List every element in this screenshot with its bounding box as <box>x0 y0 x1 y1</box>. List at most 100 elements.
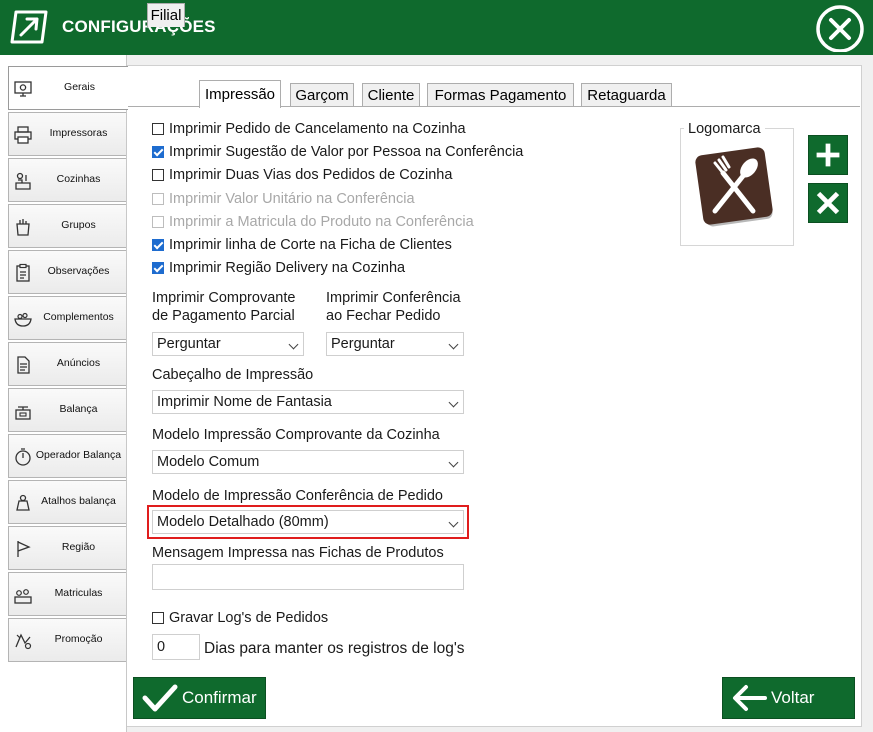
cabecalho-label: Cabeçalho de Impressão <box>152 367 314 383</box>
chevron-down-icon <box>448 517 459 528</box>
modelo-cozinha-select[interactable]: Modelo Comum <box>152 450 464 474</box>
fork-spoon-icon <box>695 147 773 227</box>
select-value: Modelo Detalhado (80mm) <box>157 514 329 530</box>
checkbox-label: Imprimir Duas Vias dos Pedidos de Cozinh… <box>169 167 453 183</box>
select-value: Perguntar <box>331 336 395 352</box>
mensagem-fichas-label: Mensagem Impressa nas Fichas de Produtos <box>152 545 444 561</box>
dias-log-input[interactable]: 0 <box>152 634 200 660</box>
close-circle-icon[interactable] <box>814 4 868 52</box>
registration-icon <box>14 589 32 604</box>
sidebar-item-label: Operador Balança <box>35 449 122 461</box>
sidebar-item-label: Região <box>61 541 96 553</box>
flag-icon <box>17 541 31 557</box>
confirm-button[interactable]: Confirmar <box>133 677 266 719</box>
sidebar-item-observacoes[interactable]: Observações <box>8 250 126 294</box>
tab-filial[interactable]: Filial <box>147 3 185 27</box>
sidebar-item-cozinhas[interactable]: Cozinhas <box>8 158 126 202</box>
checkbox-row[interactable]: Gravar Log's de Pedidos <box>152 609 328 627</box>
dias-log-label: Dias para manter os registros de log's <box>204 640 465 657</box>
kitchen-icon <box>15 172 31 190</box>
stopwatch-icon <box>15 448 31 466</box>
sidebar-item-label: Anúncios <box>56 357 101 369</box>
select-value: Imprimir Nome de Fantasia <box>157 394 332 410</box>
comprovante-parcial-label-2: de Pagamento Parcial <box>152 308 295 324</box>
checkbox-row[interactable]: Imprimir Pedido de Cancelamento na Cozin… <box>152 120 466 138</box>
confirm-button-label: Confirmar <box>182 688 257 707</box>
chevron-down-icon <box>288 339 299 350</box>
tab-retaguarda[interactable]: Retaguarda <box>581 83 672 107</box>
promotion-icon <box>15 633 32 650</box>
add-logo-button[interactable] <box>808 135 848 175</box>
tab-garcom[interactable]: Garçom <box>290 83 354 107</box>
sidebar-item-regiao[interactable]: Região <box>8 526 126 570</box>
sidebar-item-label: Gerais <box>64 81 95 93</box>
sidebar-item-gerais[interactable]: Gerais <box>8 66 128 110</box>
sidebar-item-grupos[interactable]: Grupos <box>8 204 126 248</box>
checkbox-gravar-log[interactable] <box>152 612 164 624</box>
sidebar-item-label: Matriculas <box>54 587 103 599</box>
checkbox-matricula <box>152 216 164 228</box>
checkbox-valor-unitario <box>152 193 164 205</box>
checkbox-row[interactable]: Imprimir Região Delivery na Cozinha <box>152 259 405 277</box>
food-bowl-icon <box>14 312 32 327</box>
checkbox-row[interactable]: Imprimir linha de Corte na Ficha de Clie… <box>152 236 452 254</box>
groups-icon <box>16 219 30 236</box>
checkbox-label: Imprimir Região Delivery na Cozinha <box>169 260 406 276</box>
tab-cliente[interactable]: Cliente <box>362 83 420 107</box>
sidebar-item-label: Cozinhas <box>56 173 101 185</box>
settings-monitor-icon <box>14 81 32 97</box>
comprovante-parcial-label-1: Imprimir Comprovante <box>152 290 296 306</box>
select-value: Modelo Comum <box>157 454 260 470</box>
checkbox-row: Imprimir a Matricula do Produto na Confe… <box>152 213 474 231</box>
sidebar-item-label: Atalhos balança <box>41 495 116 507</box>
chevron-down-icon <box>448 339 459 350</box>
back-button[interactable]: Voltar <box>722 677 855 719</box>
checkbox-row[interactable]: Imprimir Sugestão de Valor por Pessoa na… <box>152 143 523 161</box>
sidebar-item-impressoras[interactable]: Impressoras <box>8 112 126 156</box>
back-button-label: Voltar <box>771 688 815 707</box>
checkbox-duas-vias[interactable] <box>152 169 164 181</box>
scale-shortcut-icon <box>16 494 30 511</box>
modelo-cozinha-label: Modelo Impressão Comprovante da Cozinha <box>152 427 440 443</box>
conferencia-fechar-label-2: ao Fechar Pedido <box>326 308 441 324</box>
sidebar-item-label: Observações <box>47 265 110 277</box>
title-bar: CONFIGURAÇÕES <box>0 0 873 55</box>
sidebar-item-operador-balanca[interactable]: Operador Balança <box>8 434 126 478</box>
checkbox-cancelamento[interactable] <box>152 123 164 135</box>
checkbox-linha-corte[interactable] <box>152 239 164 251</box>
clipboard-icon <box>16 263 30 282</box>
select-value: Perguntar <box>157 336 221 352</box>
checkbox-sugestao-valor[interactable] <box>152 146 164 158</box>
mensagem-fichas-input[interactable] <box>152 564 464 590</box>
app-logo-icon <box>10 10 48 44</box>
cabecalho-select[interactable]: Imprimir Nome de Fantasia <box>152 390 464 414</box>
logomarca-label: Logomarca <box>684 121 765 137</box>
checkbox-label: Imprimir Pedido de Cancelamento na Cozin… <box>169 121 466 137</box>
sidebar-item-matriculas[interactable]: Matriculas <box>8 572 126 616</box>
checkbox-label: Imprimir a Matricula do Produto na Confe… <box>169 214 474 230</box>
tab-impressao[interactable]: Impressão <box>199 80 281 108</box>
comprovante-parcial-select[interactable]: Perguntar <box>152 332 304 356</box>
modelo-conferencia-label: Modelo de Impressão Conferência de Pedid… <box>152 488 443 504</box>
document-icon <box>17 356 30 374</box>
sidebar: Gerais Impressoras Cozinhas Grupos Obser… <box>0 55 128 732</box>
checkbox-label: Imprimir Valor Unitário na Conferência <box>169 191 415 207</box>
sidebar-item-label: Grupos <box>61 219 96 231</box>
sidebar-item-promocao[interactable]: Promoção <box>8 618 126 662</box>
remove-logo-button[interactable] <box>808 183 848 223</box>
chevron-down-icon <box>448 457 459 468</box>
checkbox-label: Gravar Log's de Pedidos <box>169 610 329 626</box>
sidebar-item-balanca[interactable]: Balança <box>8 388 126 432</box>
conferencia-fechar-select[interactable]: Perguntar <box>326 332 464 356</box>
checkbox-row[interactable]: Imprimir Duas Vias dos Pedidos de Cozinh… <box>152 166 452 184</box>
sidebar-item-label: Complementos <box>43 311 114 323</box>
checkbox-regiao-delivery[interactable] <box>152 262 164 274</box>
scale-icon <box>15 406 31 420</box>
sidebar-item-complementos[interactable]: Complementos <box>8 296 126 340</box>
tab-formas-pagamento[interactable]: Formas Pagamento <box>427 83 574 107</box>
checkbox-label: Imprimir linha de Corte na Ficha de Clie… <box>169 237 452 253</box>
modelo-conferencia-select[interactable]: Modelo Detalhado (80mm) <box>147 505 469 539</box>
checkbox-label: Imprimir Sugestão de Valor por Pessoa na… <box>169 144 524 160</box>
sidebar-item-atalhos-balanca[interactable]: Atalhos balança <box>8 480 126 524</box>
sidebar-item-anuncios[interactable]: Anúncios <box>8 342 126 386</box>
